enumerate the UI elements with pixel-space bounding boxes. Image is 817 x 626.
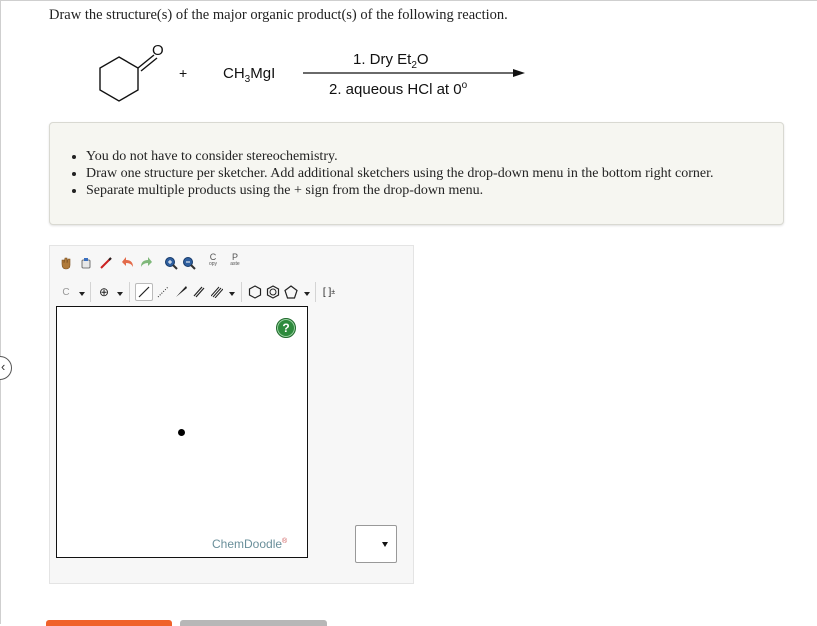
hashed-bond-icon[interactable] <box>155 284 171 300</box>
eraser-icon[interactable] <box>78 255 94 271</box>
template-bracket-icon[interactable]: [ ] ± <box>321 284 337 300</box>
reaction-arrow <box>303 69 525 77</box>
toolbar-divider <box>241 282 242 302</box>
add-sketcher-dropdown[interactable] <box>355 525 397 563</box>
hand-icon[interactable] <box>58 255 74 271</box>
lasso-icon[interactable] <box>98 255 114 271</box>
help-icon[interactable]: ? <box>276 318 296 338</box>
plus-sign: + <box>179 65 188 81</box>
chemdoodle-watermark: ChemDoodle® <box>212 537 287 551</box>
instruction-item: Draw one structure per sketcher. Add add… <box>72 166 714 181</box>
toolbar-divider <box>90 282 91 302</box>
reagent-formula: CH3MgI <box>223 65 275 85</box>
condition-2-prefix: 2. aqueous HCl at 0 <box>329 81 462 98</box>
undo-icon[interactable] <box>120 255 136 271</box>
element-dropdown-arrow[interactable] <box>79 292 85 296</box>
copy-button[interactable]: C opy <box>205 253 221 269</box>
toolbar-divider <box>315 282 316 302</box>
ring-dropdown-arrow[interactable] <box>304 292 310 296</box>
secondary-button[interactable] <box>180 620 327 626</box>
watermark-mark: ® <box>282 538 288 545</box>
reagent-suffix: MgI <box>250 65 276 82</box>
zoom-out-icon[interactable] <box>181 255 197 271</box>
ketone-oxygen-label: O <box>152 42 164 59</box>
double-bond-icon[interactable] <box>191 284 207 300</box>
chevron-left-icon: ‹ <box>1 359 6 374</box>
condition-1-prefix: 1. Dry Et <box>353 51 412 68</box>
paste-button[interactable]: P aste <box>227 253 243 269</box>
single-bond-icon[interactable] <box>135 283 153 301</box>
charge-label: ⊕ <box>98 285 110 299</box>
template-sup: ± <box>331 288 336 296</box>
instruction-item: Separate multiple products using the + s… <box>72 182 714 199</box>
triple-bond-icon[interactable] <box>209 284 225 300</box>
instruction-item: You do not have to consider stereochemis… <box>72 148 714 165</box>
submit-button[interactable] <box>46 620 172 626</box>
template-label: [ ] <box>322 286 332 298</box>
benzene-ring-icon[interactable] <box>265 284 281 300</box>
chevron-down-icon <box>382 542 388 547</box>
side-collapse-tab[interactable]: ‹ <box>0 356 12 380</box>
instructions-box: You do not have to consider stereochemis… <box>49 122 784 225</box>
bond-dropdown-arrow[interactable] <box>229 292 235 296</box>
toolbar-divider <box>129 282 130 302</box>
reaction-scheme: O + CH3MgI 1. Dry Et2O 2. aqueous HCl at… <box>0 0 817 110</box>
zoom-in-icon[interactable] <box>163 255 179 271</box>
paste-label-bottom: aste <box>230 261 240 267</box>
instructions-list: You do not have to consider stereochemis… <box>72 148 714 199</box>
copy-label-bottom: opy <box>208 261 218 267</box>
cyclohexane-ring-icon[interactable] <box>247 284 263 300</box>
condition-step-2: 2. aqueous HCl at 0o <box>329 80 467 98</box>
condition-1-suffix: O <box>416 51 429 68</box>
condition-2-superscript: o <box>461 80 468 91</box>
watermark-text: ChemDoodle <box>212 537 283 551</box>
reagent-prefix: CH <box>223 65 245 82</box>
paste-label-top: P <box>231 252 238 262</box>
element-label: C <box>62 286 70 298</box>
charge-plus-icon[interactable]: ⊕ <box>96 284 112 300</box>
wedge-bond-icon[interactable] <box>173 284 189 300</box>
copy-label-top: C <box>209 252 217 262</box>
cyclopentane-ring-icon[interactable] <box>283 284 299 300</box>
charge-dropdown-arrow[interactable] <box>117 292 123 296</box>
element-selector[interactable]: C <box>58 284 74 300</box>
cursor-atom-dot <box>178 429 185 436</box>
redo-icon[interactable] <box>138 255 154 271</box>
